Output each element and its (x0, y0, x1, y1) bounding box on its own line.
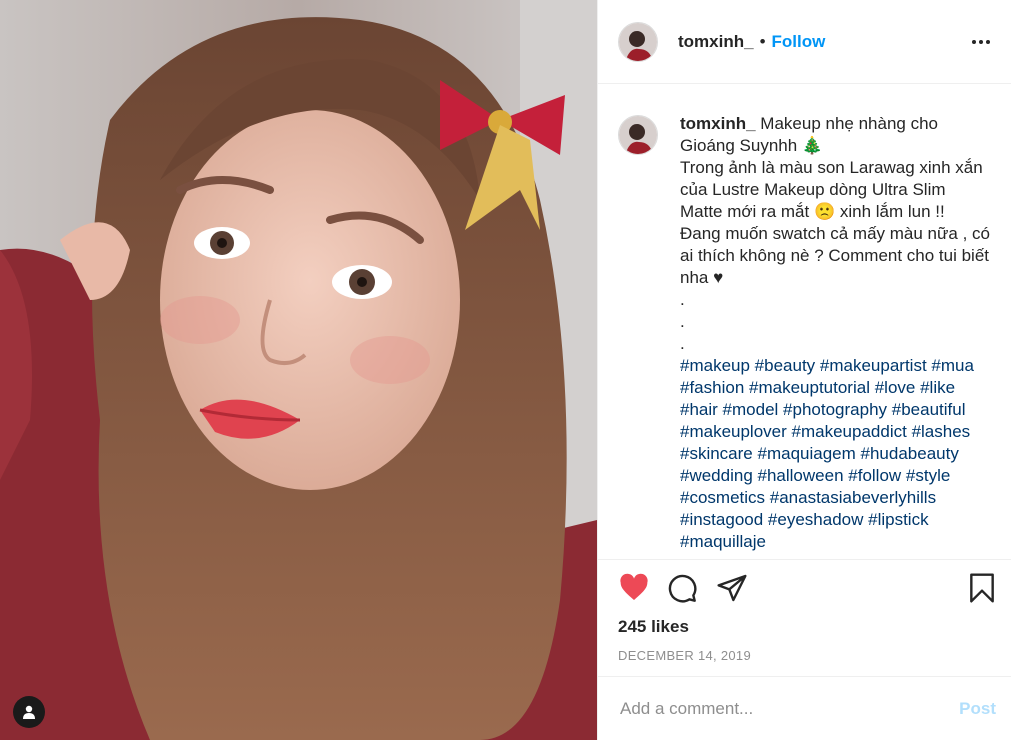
share-icon[interactable] (716, 572, 748, 609)
caption-line2: Trong ảnh là màu son Larawag xinh xắn củ… (680, 158, 990, 287)
hashtag[interactable]: #maquillaje (680, 532, 766, 551)
post-header: tomxinh_ • Follow (598, 0, 1011, 84)
hashtag[interactable]: #instagood (680, 510, 763, 529)
hashtag[interactable]: #model (723, 400, 779, 419)
hashtag[interactable]: #love (875, 378, 916, 397)
hashtag[interactable]: #skincare (680, 444, 753, 463)
bookmark-icon[interactable] (966, 572, 998, 609)
hashtag[interactable]: #hair (680, 400, 718, 419)
user-tag-button[interactable] (13, 696, 45, 728)
hashtag[interactable]: #mua (931, 356, 974, 375)
more-options-icon[interactable] (966, 34, 996, 50)
hashtag[interactable]: #halloween (758, 466, 844, 485)
caption-avatar[interactable] (618, 115, 658, 155)
likes-count[interactable]: 245 likes (618, 617, 689, 637)
hashtag-list: #makeup #beauty #makeupartist #mua #fash… (680, 355, 990, 553)
separator-dot: • (759, 31, 766, 51)
hashtag[interactable]: #anastasiabeverlyhills (770, 488, 936, 507)
caption-text: tomxinh_ Makeup nhẹ nhàng cho Gioáng Suy… (680, 113, 990, 553)
post-button[interactable]: Post (959, 699, 996, 719)
username[interactable]: tomxinh_ (678, 32, 754, 52)
hashtag[interactable]: #makeuplover (680, 422, 787, 441)
hashtag[interactable]: #photography (783, 400, 887, 419)
person-icon (23, 705, 35, 719)
hashtag[interactable]: #beauty (755, 356, 816, 375)
hashtag[interactable]: #makeuptutorial (749, 378, 870, 397)
comments-scroll-area[interactable]: tomxinh_ Makeup nhẹ nhàng cho Gioáng Suy… (598, 85, 1011, 560)
hashtag[interactable]: #cosmetics (680, 488, 765, 507)
hashtag[interactable]: #beautiful (892, 400, 966, 419)
photo-illustration (0, 0, 597, 740)
avatar[interactable] (618, 21, 658, 62)
caption-dot-3: . (680, 334, 685, 353)
hashtag[interactable]: #hudabeauty (861, 444, 959, 463)
hashtag[interactable]: #style (906, 466, 950, 485)
action-bar (598, 572, 1011, 612)
hashtag[interactable]: #lipstick (868, 510, 928, 529)
hashtag[interactable]: #like (920, 378, 955, 397)
follow-button[interactable]: Follow (772, 32, 826, 52)
hashtag[interactable]: #maquiagem (758, 444, 856, 463)
comment-bar: Post (598, 676, 1011, 740)
caption: tomxinh_ Makeup nhẹ nhàng cho Gioáng Suy… (598, 85, 1011, 553)
hashtag[interactable]: #follow (848, 466, 901, 485)
hashtag[interactable]: #makeup (680, 356, 750, 375)
post-date[interactable]: DECEMBER 14, 2019 (618, 648, 751, 663)
hashtag[interactable]: #eyeshadow (768, 510, 863, 529)
hashtag[interactable]: #fashion (680, 378, 744, 397)
caption-dot-2: . (680, 312, 685, 331)
comment-input[interactable] (618, 697, 960, 720)
comment-icon[interactable] (666, 572, 698, 609)
caption-username[interactable]: tomxinh_ (680, 114, 756, 133)
post-details-panel: tomxinh_ • Follow tomxinh_ Makeup nhẹ nh… (597, 0, 1011, 740)
caption-dot-1: . (680, 290, 685, 309)
heart-filled-icon[interactable] (618, 572, 650, 609)
hashtag[interactable]: #wedding (680, 466, 753, 485)
hashtag[interactable]: #lashes (912, 422, 971, 441)
hashtag[interactable]: #makeupaddict (792, 422, 907, 441)
post-photo[interactable] (0, 0, 597, 740)
hashtag[interactable]: #makeupartist (820, 356, 927, 375)
